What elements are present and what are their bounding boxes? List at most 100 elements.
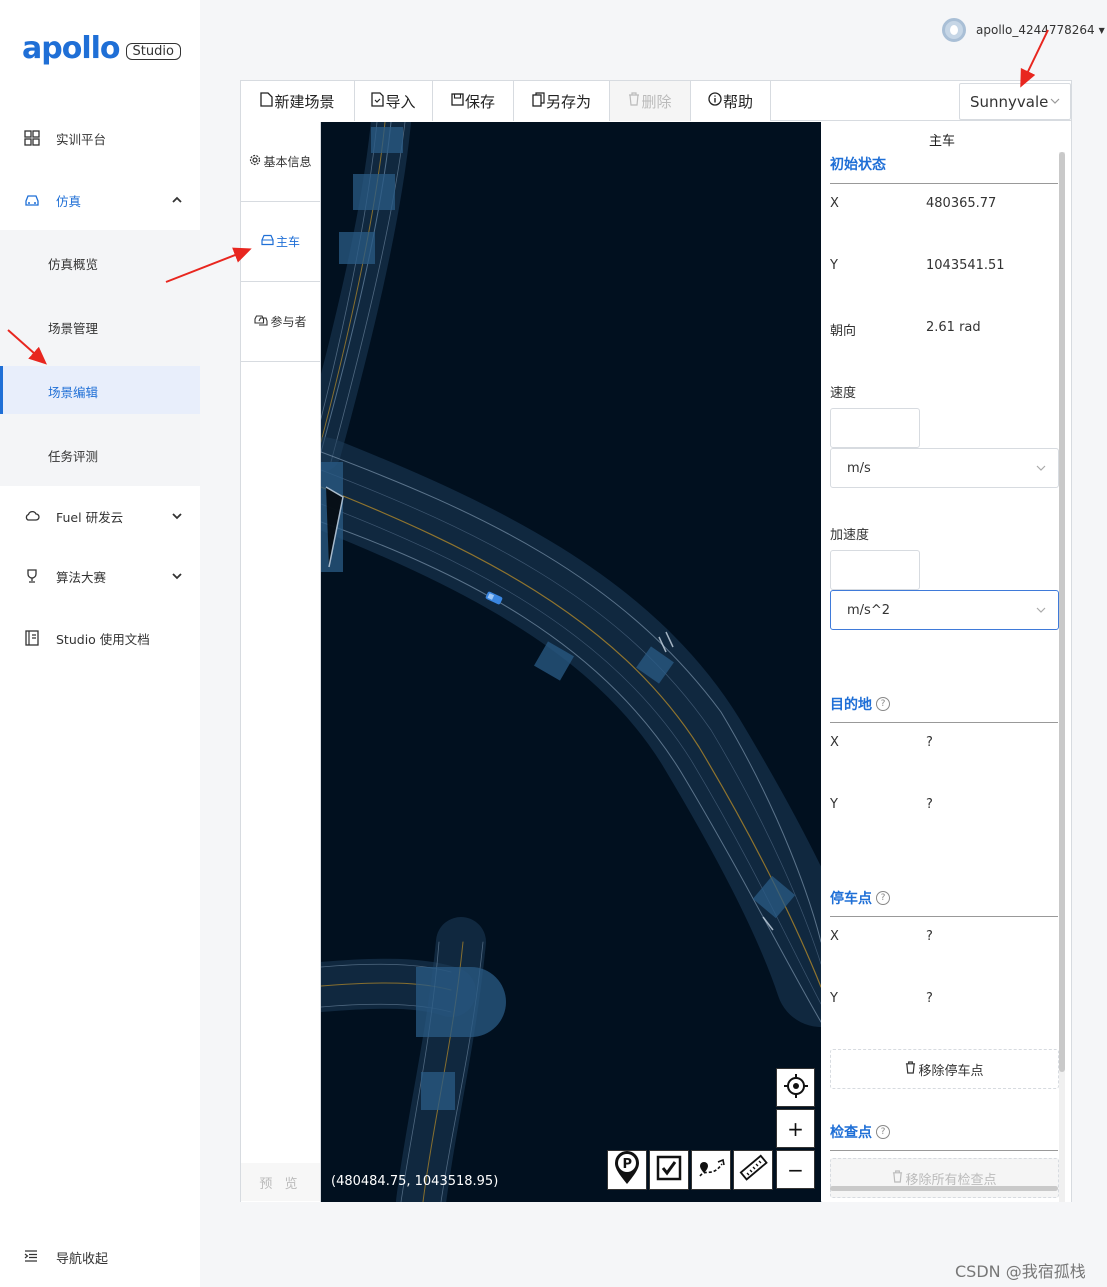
- map-canvas[interactable]: (480484.75, 1043518.95) + − P: [321, 122, 821, 1202]
- speed-unit-value: m/s: [847, 460, 871, 476]
- heading-value: 2.61 rad: [926, 320, 981, 335]
- destination-title: 目的地 ?: [830, 694, 890, 714]
- help-icon[interactable]: ?: [876, 697, 890, 711]
- logo-text: apollo: [22, 31, 121, 66]
- cursor-coordinates: (480484.75, 1043518.95): [331, 1174, 499, 1189]
- map-select-value: Sunnyvale: [970, 92, 1049, 111]
- delete-button[interactable]: 删除: [610, 81, 691, 121]
- help-icon[interactable]: ?: [876, 891, 890, 905]
- save-icon: [451, 92, 464, 110]
- sidebar-item-fuel[interactable]: Fuel 研发云: [0, 506, 200, 526]
- chevron-down-icon: [172, 570, 182, 583]
- new-scene-button[interactable]: 新建场景: [241, 81, 355, 121]
- initial-state-title-text: 初始状态: [830, 157, 886, 173]
- save-button[interactable]: 保存: [433, 81, 514, 121]
- accel-unit-select[interactable]: m/s^2: [830, 590, 1059, 630]
- speed-unit-select[interactable]: m/s: [830, 448, 1059, 488]
- route-icon: [696, 1156, 726, 1184]
- sidebar-subitem-label: 场景管理: [48, 321, 99, 336]
- speed-input[interactable]: [830, 408, 920, 448]
- user-menu[interactable]: apollo_4244778264 ▼: [942, 18, 1105, 42]
- simulation-car-icon: [24, 192, 40, 208]
- parking-y-value: ?: [926, 991, 933, 1006]
- sidebar-subitem-task-evaluation[interactable]: 任务评测: [0, 430, 200, 478]
- checkpoint-title-text: 检查点: [830, 1125, 872, 1141]
- vertical-scrollbar[interactable]: [1059, 152, 1065, 1202]
- avatar: [942, 18, 966, 42]
- editor-left-tabs: 基本信息 主车 参与者 预 览: [241, 122, 321, 1202]
- simulation-submenu: 仿真概览 场景管理 场景编辑 任务评测: [0, 230, 200, 486]
- route-tool-button[interactable]: [691, 1150, 731, 1190]
- accel-input[interactable]: [830, 550, 920, 590]
- parking-title: 停车点 ?: [830, 888, 890, 908]
- save-as-button[interactable]: 另存为: [514, 81, 610, 121]
- scrollbar-thumb[interactable]: [1059, 152, 1065, 1072]
- tab-participants-label: 参与者: [270, 315, 307, 329]
- collapse-icon: [24, 1249, 38, 1266]
- sidebar-item-competition[interactable]: 算法大赛: [0, 566, 200, 586]
- panel-title: 主车: [928, 134, 955, 149]
- remove-parking-label: 移除停车点: [918, 1063, 984, 1079]
- sidebar-subitem-scene-management[interactable]: 场景管理: [0, 302, 200, 350]
- zoom-out-button[interactable]: −: [776, 1150, 815, 1189]
- initial-y-value: 1043541.51: [926, 258, 1005, 273]
- sidebar-item-docs[interactable]: Studio 使用文档: [0, 628, 200, 648]
- crosshair-icon: [783, 1073, 809, 1103]
- dashboard-icon: [24, 130, 40, 146]
- initial-x-value: 480365.77: [926, 196, 997, 211]
- file-icon: [260, 91, 274, 111]
- chevron-down-icon: [1036, 463, 1046, 474]
- sidebar-subitem-overview[interactable]: 仿真概览: [0, 238, 200, 286]
- help-icon[interactable]: ?: [876, 1125, 890, 1139]
- ruler-tool-button[interactable]: [733, 1150, 773, 1190]
- checkpoint-tool-button[interactable]: [649, 1150, 689, 1190]
- book-icon: [24, 630, 40, 646]
- sidebar-subitem-label: 任务评测: [48, 449, 99, 464]
- import-button[interactable]: 导入: [355, 81, 433, 121]
- remove-all-checkpoints-label: 移除所有检查点: [905, 1172, 997, 1188]
- checkbox-icon: [656, 1155, 682, 1185]
- destination-y-label: Y: [830, 797, 838, 812]
- logo-studio-badge: Studio: [125, 42, 181, 60]
- sidebar-subitem-scene-editor[interactable]: 场景编辑: [0, 366, 200, 414]
- remove-all-checkpoints-button[interactable]: 移除所有检查点: [830, 1158, 1059, 1198]
- apollo-logo[interactable]: apollo Studio: [22, 34, 181, 64]
- sidebar: apollo Studio 实训平台 仿真 仿真概览 场景管理 场景编辑 任务评…: [0, 0, 200, 1287]
- import-label: 导入: [385, 92, 416, 111]
- horizontal-scrollbar[interactable]: [830, 1186, 1058, 1191]
- sidebar-item-simulation[interactable]: 仿真: [0, 190, 200, 210]
- gear-icon: [249, 154, 261, 169]
- divider: [830, 183, 1058, 184]
- tab-participants[interactable]: 参与者: [241, 282, 320, 362]
- tab-basic-info[interactable]: 基本信息: [241, 122, 320, 202]
- tab-ego-car[interactable]: 主车: [241, 202, 320, 282]
- parking-x-label: X: [830, 929, 839, 944]
- chevron-up-icon: [172, 194, 182, 207]
- trash-icon: [892, 1169, 903, 1187]
- collapse-nav-button[interactable]: 导航收起: [24, 1248, 108, 1267]
- sidebar-subitem-label: 场景编辑: [48, 385, 99, 400]
- locate-button[interactable]: [776, 1068, 815, 1107]
- parking-tool-button[interactable]: P: [607, 1150, 647, 1190]
- tab-basic-info-label: 基本信息: [263, 155, 312, 169]
- parking-y-label: Y: [830, 991, 838, 1006]
- preview-button[interactable]: 预 览: [241, 1163, 320, 1201]
- destination-y-value: ?: [926, 797, 933, 812]
- destination-title-text: 目的地: [830, 697, 872, 713]
- map-select[interactable]: Sunnyvale: [959, 83, 1071, 120]
- initial-x-label: X: [830, 196, 839, 211]
- zoom-in-button[interactable]: +: [776, 1109, 815, 1148]
- divider: [830, 722, 1058, 723]
- import-icon: [371, 91, 385, 111]
- scene-editor: 新建场景 导入 保存 另存为 删除 帮助 Sunnyvale 基本信息 主车 参…: [240, 80, 1072, 1202]
- help-button[interactable]: 帮助: [691, 81, 771, 121]
- destination-x-value: ?: [926, 735, 933, 750]
- heading-label: 朝向: [830, 324, 857, 339]
- sidebar-subitem-label: 仿真概览: [48, 257, 99, 272]
- remove-parking-button[interactable]: 移除停车点: [830, 1049, 1059, 1089]
- chevron-down-icon: [172, 510, 182, 523]
- sidebar-item-training[interactable]: 实训平台: [0, 128, 200, 148]
- divider: [830, 916, 1058, 917]
- accel-label: 加速度: [830, 528, 870, 543]
- accel-unit-value: m/s^2: [847, 602, 890, 618]
